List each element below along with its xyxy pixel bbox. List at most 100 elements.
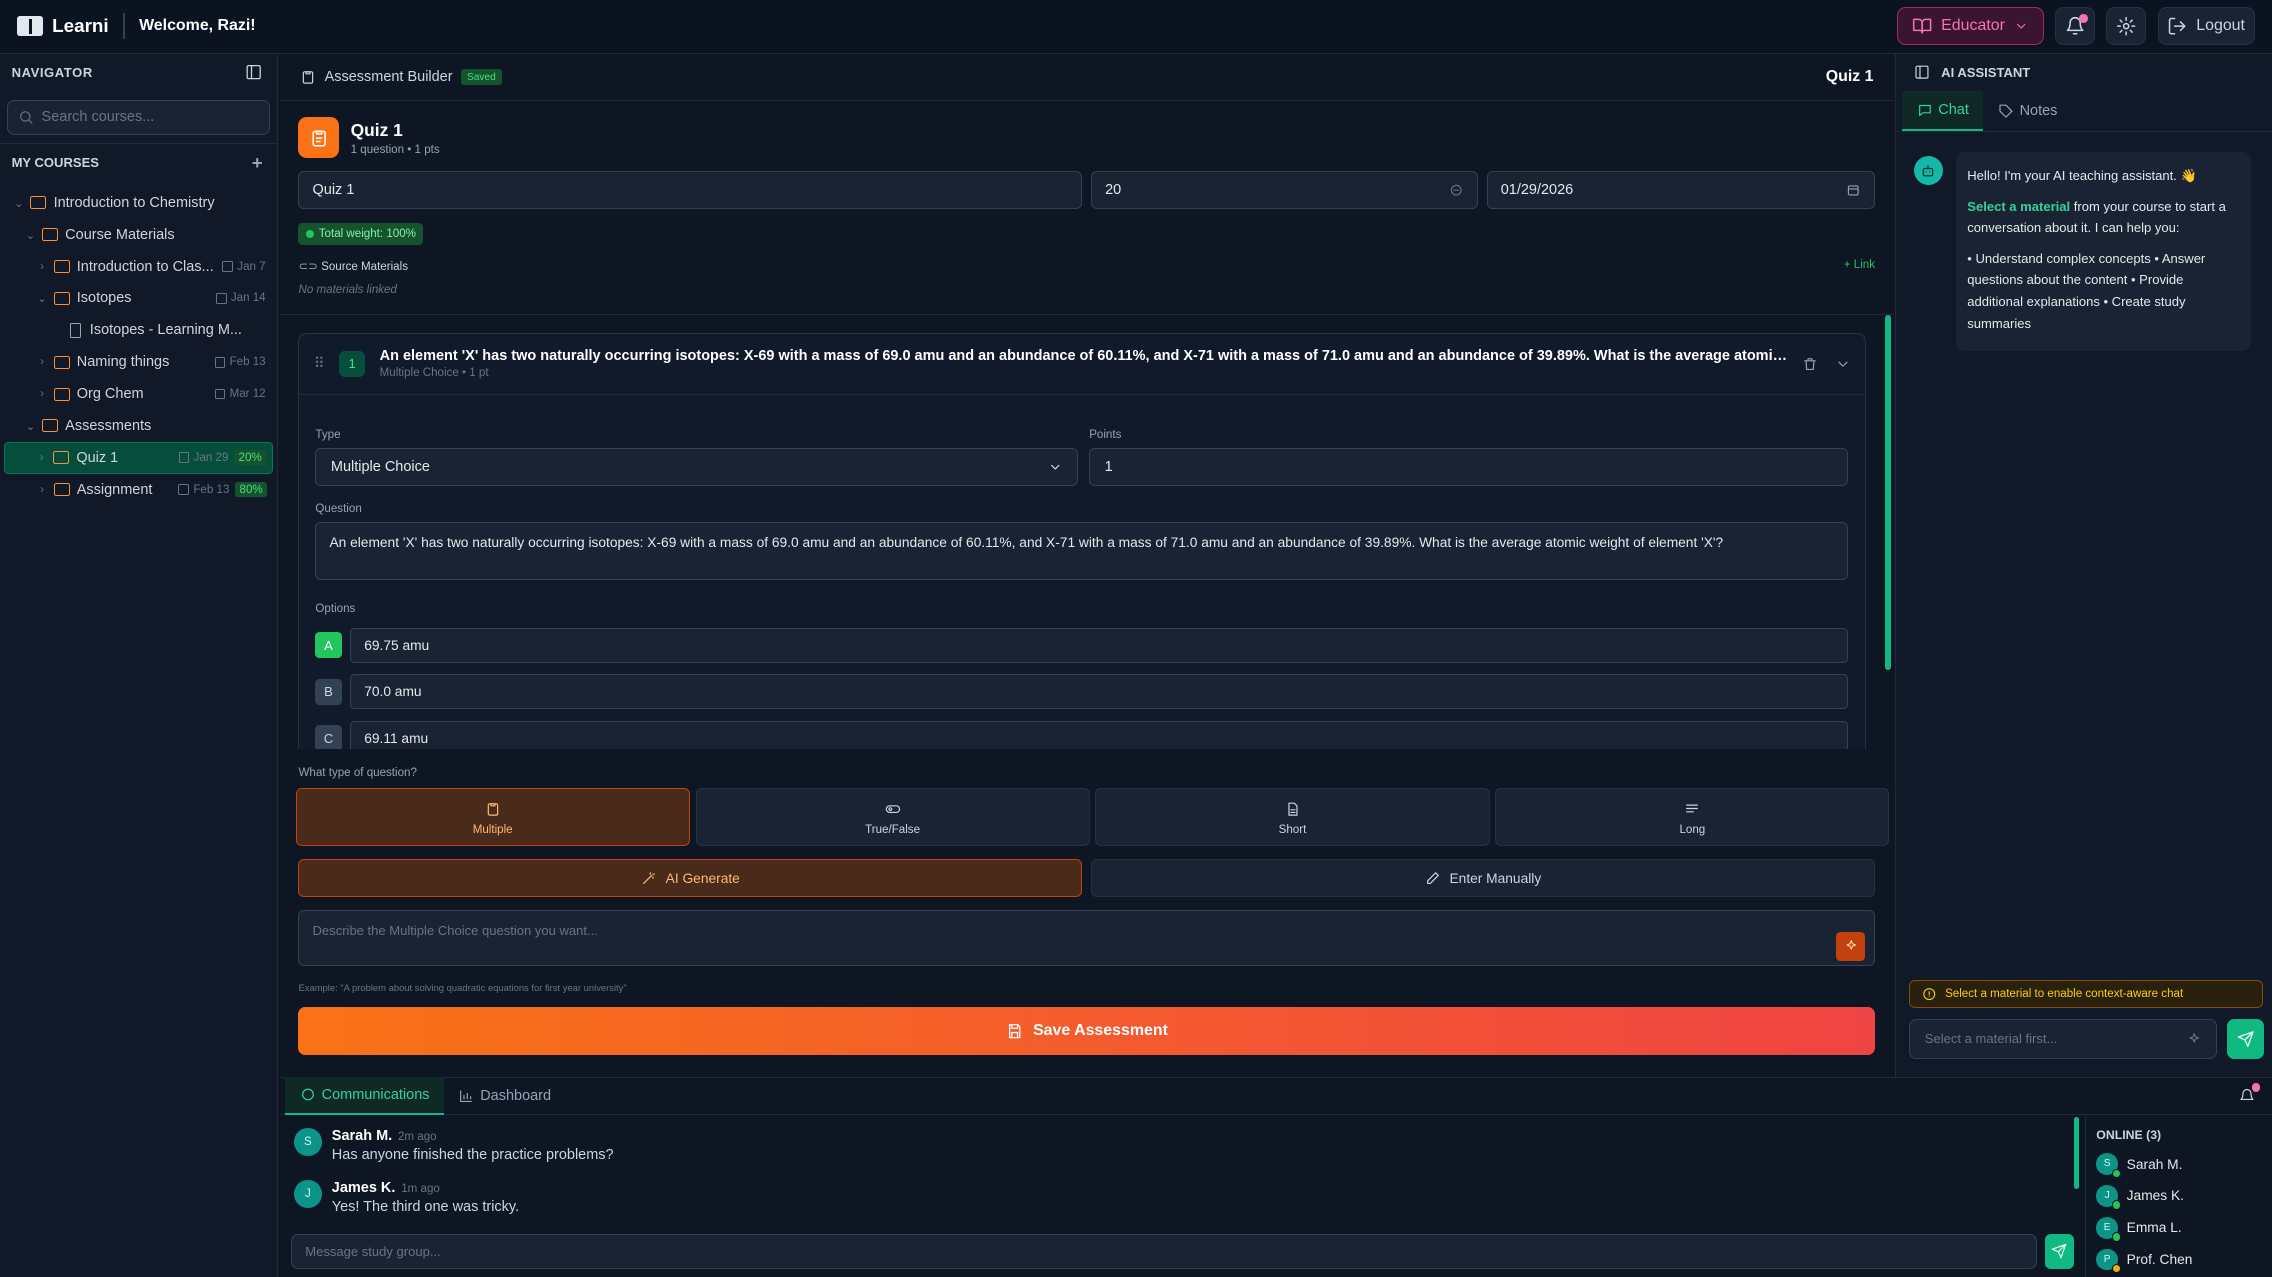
save-assessment-button[interactable]: Save Assessment [298, 1007, 1875, 1055]
info-icon [1923, 988, 1936, 1000]
option-input[interactable]: 69.75 amu [350, 627, 1849, 663]
type-short-button[interactable]: Short [1095, 788, 1490, 847]
online-user[interactable]: S Sarah M. [2096, 1148, 2262, 1180]
drag-handle-icon[interactable]: ⠿ [314, 356, 325, 372]
calendar-icon[interactable] [1846, 180, 1860, 200]
search-icon [20, 111, 33, 124]
sparkles-icon[interactable] [2187, 1029, 2201, 1049]
tab-chat[interactable]: Chat [1902, 91, 1984, 131]
question-text-area[interactable]: An element 'X' has two naturally occurri… [315, 522, 1849, 581]
logout-button[interactable]: Logout [2157, 7, 2255, 46]
chevron-right-icon: › [40, 260, 44, 273]
due-date-input[interactable]: 01/29/2026 [1486, 170, 1875, 209]
assistant-input[interactable]: Select a material first... [1909, 1018, 2217, 1060]
tree-item-isotopes-material[interactable]: Isotopes - Learning M... [0, 314, 277, 346]
folder-icon [53, 291, 70, 305]
assistant-send-button[interactable] [2226, 1018, 2265, 1060]
enter-manually-button[interactable]: Enter Manually [1091, 859, 1875, 897]
tree-item-naming-things[interactable]: › Naming things Feb 13 [0, 346, 277, 378]
trash-icon[interactable] [1802, 354, 1818, 374]
online-title: ONLINE (3) [2096, 1128, 2162, 1143]
add-link-button[interactable]: + Link [1844, 259, 1875, 271]
app-logo[interactable]: Learni [17, 15, 109, 37]
source-materials-label: ⊂⊃ Source Materials [298, 261, 408, 274]
tree-item-intro-class[interactable]: › Introduction to Clas... Jan 7 [0, 251, 277, 283]
select-material-link[interactable]: Select a material [1967, 199, 2070, 214]
scrollbar[interactable] [1885, 315, 1891, 671]
chevron-right-icon: › [40, 388, 44, 401]
tree-item-isotopes[interactable]: ⌄ Isotopes Jan 14 [0, 283, 277, 315]
course-search-input[interactable]: Search courses... [7, 99, 270, 135]
question-type-select[interactable]: Multiple Choice [315, 448, 1078, 486]
clipboard-icon [302, 71, 314, 84]
option-letter[interactable]: B [315, 678, 342, 705]
study-group-message-input[interactable]: Message study group... [291, 1234, 2038, 1269]
option-input[interactable]: 69.11 amu [350, 720, 1849, 750]
logout-icon [2169, 17, 2186, 35]
chevron-down-icon[interactable] [1835, 354, 1851, 374]
tree-item-course-materials[interactable]: ⌄ Course Materials [0, 219, 277, 251]
current-assessment-name: Quiz 1 [1825, 68, 1874, 86]
add-course-icon[interactable]: + [252, 152, 263, 174]
type-true-false-button[interactable]: True/False [695, 788, 1090, 847]
option-input[interactable]: 70.0 amu [350, 674, 1849, 710]
tab-communications[interactable]: Communications [285, 1077, 444, 1115]
tree-item-intro-chemistry[interactable]: ⌄ Introduction to Chemistry [0, 187, 277, 219]
folder-icon [42, 419, 58, 433]
scrollbar[interactable] [2073, 1116, 2080, 1190]
chevron-down-icon [2016, 23, 2026, 29]
settings-button[interactable] [2106, 7, 2147, 46]
folder-icon [53, 355, 70, 369]
role-switcher-button[interactable]: Educator [1896, 7, 2044, 46]
option-letter[interactable]: C [315, 725, 342, 750]
option-row: A 69.75 amu [315, 627, 1849, 663]
builder-title: Assessment Builder [324, 69, 453, 86]
question-label: Question [315, 503, 362, 516]
tab-dashboard[interactable]: Dashboard [444, 1077, 566, 1115]
course-tree: ⌄ Introduction to Chemistry ⌄ Course Mater… [0, 181, 277, 506]
time-limit-input[interactable]: 20 [1091, 170, 1478, 209]
type-multiple-button[interactable]: Multiple [295, 788, 690, 847]
questions-scroll-area[interactable]: ⠿ 1 An element 'X' has two naturally occ… [279, 314, 1894, 750]
quiz-title: Quiz 1 [350, 119, 403, 140]
quiz-name-input[interactable]: Quiz 1 [298, 170, 1083, 209]
folder-icon [53, 483, 70, 497]
clipboard-icon [487, 803, 498, 816]
avatar: E [2096, 1216, 2121, 1242]
tree-item-assignment[interactable]: › Assignment Feb 13 80% [0, 474, 277, 506]
ai-generate-button[interactable]: AI Generate [298, 859, 1083, 897]
notifications-button[interactable] [2055, 7, 2095, 46]
collapse-panel-icon[interactable] [245, 62, 262, 82]
message-list[interactable]: S Sarah M. 2m ago Has anyone finished the p… [280, 1117, 2077, 1223]
avatar: S [2096, 1153, 2121, 1178]
avatar: J [2096, 1185, 2121, 1210]
tree-item-org-chem[interactable]: › Org Chem Mar 12 [0, 378, 277, 410]
tab-notes[interactable]: Notes [1983, 91, 2072, 131]
document-icon [69, 323, 82, 338]
gear-icon [2116, 17, 2136, 36]
tree-item-assessments[interactable]: ⌄ Assessments [0, 410, 277, 442]
stepper-icon[interactable] [1449, 180, 1463, 200]
folder-icon [53, 451, 70, 465]
generate-wand-button[interactable] [1836, 932, 1866, 962]
online-user[interactable]: E Emma L. [2096, 1212, 2262, 1244]
ai-assistant-panel: AI ASSISTANT Chat Notes Hello! I'm your … [1895, 53, 2272, 1077]
folder-icon [42, 228, 58, 242]
online-user[interactable]: J James K. [2096, 1180, 2262, 1212]
message-send-button[interactable] [2044, 1234, 2074, 1269]
chevron-right-icon: › [40, 483, 44, 496]
chevron-right-icon: › [40, 356, 44, 369]
option-letter-correct[interactable]: A [315, 632, 342, 659]
panel-icon[interactable] [1914, 62, 1930, 82]
tree-item-quiz-1[interactable]: › Quiz 1 Jan 29 20% [4, 441, 273, 474]
question-description-input[interactable]: Describe the Multiple Choice question yo… [298, 909, 1875, 967]
chevron-down-icon: ⌄ [25, 229, 36, 242]
option-row: C 69.11 amu [315, 720, 1849, 750]
comms-notifications-button[interactable] [2229, 1077, 2267, 1115]
points-input[interactable]: 1 [1089, 448, 1849, 486]
type-long-button[interactable]: Long [1495, 788, 1890, 847]
online-user[interactable]: P Prof. Chen [2096, 1244, 2262, 1276]
notification-dot [2251, 1082, 2261, 1092]
options-label: Options [315, 603, 356, 616]
question-title[interactable]: An element 'X' has two naturally occurri… [380, 348, 1793, 364]
